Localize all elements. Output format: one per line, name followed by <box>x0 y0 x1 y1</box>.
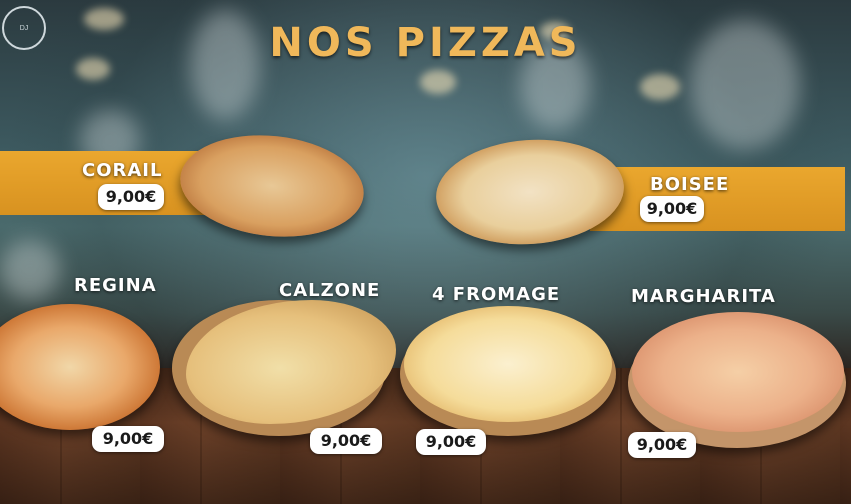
bokeh-light <box>420 70 456 94</box>
smoke <box>0 240 60 300</box>
price-corail: 9,00€ <box>98 184 164 210</box>
price-calzone: 9,00€ <box>310 428 382 454</box>
pizza-name-calzone: CALZONE <box>279 280 381 301</box>
page-title: NOS PIZZAS <box>269 20 582 66</box>
price-regina: 9,00€ <box>92 426 164 452</box>
pizza-name-corail: CORAIL <box>82 160 163 181</box>
price-margharita: 9,00€ <box>628 432 696 458</box>
pizza-name-regina: REGINA <box>74 275 157 296</box>
pizza-4-fromage-image <box>404 306 612 422</box>
pizza-corail-image <box>175 126 369 246</box>
pizza-boisee-image <box>432 133 628 251</box>
pizza-name-margharita: MARGHARITA <box>631 286 776 307</box>
menu-board: DJ NOS PIZZAS CORAIL 9,00€ BOISEE 9,00€ … <box>0 0 851 504</box>
price-4-fromage: 9,00€ <box>416 429 486 455</box>
bokeh-light <box>640 74 680 100</box>
pizza-name-4-fromage: 4 FROMAGE <box>432 284 561 305</box>
pizza-name-boisee: BOISEE <box>650 174 730 195</box>
price-boisee: 9,00€ <box>640 196 704 222</box>
pizza-margharita-image <box>632 312 844 432</box>
